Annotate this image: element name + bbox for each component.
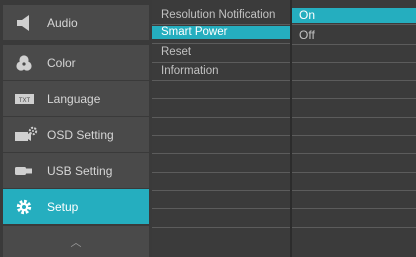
menu-label-osd-setting: OSD Setting xyxy=(47,127,114,142)
submenu-item-resolution-notification[interactable]: Resolution Notification xyxy=(152,9,290,22)
divider xyxy=(290,117,416,118)
divider xyxy=(290,44,416,45)
divider xyxy=(152,172,290,173)
gear-icon xyxy=(14,197,38,217)
divider xyxy=(152,62,290,63)
txt-icon: TXT xyxy=(14,89,38,109)
submenu-panel: Resolution Notification Smart Power Rese… xyxy=(152,0,290,257)
divider xyxy=(152,153,290,154)
submenu-item-reset[interactable]: Reset xyxy=(152,46,290,59)
divider xyxy=(290,190,416,191)
divider xyxy=(152,98,290,99)
menu-label-setup: Setup xyxy=(47,199,79,214)
scroll-up-button[interactable]: ︿ xyxy=(3,226,149,257)
color-circles-icon xyxy=(14,53,38,73)
menu-item-osd-setting[interactable]: OSD Setting xyxy=(3,117,149,152)
chevron-up-icon: ︿ xyxy=(70,236,82,249)
menu-label-color: Color xyxy=(47,55,76,70)
divider xyxy=(290,208,416,209)
speaker-icon xyxy=(14,13,38,33)
options-panel: On Off xyxy=(290,0,416,257)
divider xyxy=(290,135,416,136)
menu-item-usb-setting[interactable]: USB Setting xyxy=(3,153,149,188)
divider xyxy=(152,208,290,209)
menu-item-setup[interactable]: Setup xyxy=(3,189,149,224)
option-on[interactable]: On xyxy=(290,8,416,23)
menu-item-audio[interactable]: Audio xyxy=(3,5,149,40)
menu-item-language[interactable]: TXT Language xyxy=(3,81,149,116)
divider xyxy=(152,227,290,228)
usb-icon xyxy=(14,161,38,181)
menu-label-language: Language xyxy=(47,91,101,106)
divider xyxy=(152,43,290,44)
divider xyxy=(152,190,290,191)
divider xyxy=(152,80,290,81)
submenu-item-information[interactable]: Information xyxy=(152,65,290,78)
divider xyxy=(152,117,290,118)
divider xyxy=(152,24,290,25)
divider xyxy=(290,62,416,63)
osd-menu: Audio Color TXT Language OSD Setting USB… xyxy=(0,0,416,257)
panel-divider xyxy=(290,0,292,257)
main-menu: Audio Color TXT Language OSD Setting USB… xyxy=(0,0,152,257)
divider xyxy=(290,153,416,154)
submenu-item-smart-power[interactable]: Smart Power xyxy=(152,26,290,39)
divider xyxy=(152,135,290,136)
menu-label-usb-setting: USB Setting xyxy=(47,163,113,178)
menu-item-color[interactable]: Color xyxy=(3,45,149,80)
svg-text:TXT: TXT xyxy=(19,97,31,103)
osd-gear-icon xyxy=(14,125,38,145)
option-off[interactable]: Off xyxy=(290,28,416,43)
divider xyxy=(290,98,416,99)
divider xyxy=(290,24,416,25)
divider xyxy=(290,227,416,228)
divider xyxy=(290,172,416,173)
menu-label-audio: Audio xyxy=(47,15,78,30)
divider xyxy=(290,80,416,81)
